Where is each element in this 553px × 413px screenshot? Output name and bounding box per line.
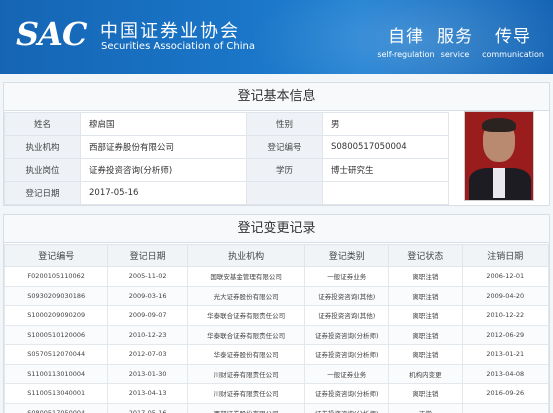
cell-reg-date: 2010-12-23 [107, 324, 188, 345]
info-row: 执业机构 西部证券股份有限公司 登记编号 S0800517050004 [4, 135, 449, 159]
cell-cancel-date: 2013-04-08 [461, 363, 550, 384]
table-row: S1000209090209 2009-09-07 华泰联合证券有限责任公司 证… [3, 305, 550, 326]
position-label: 执业岗位 [4, 158, 81, 182]
slogan-communication: 传导 communication [482, 27, 544, 59]
education-value: 博士研究生 [322, 158, 449, 182]
info-row: 登记日期 2017-05-16 [4, 181, 449, 205]
cell-cancel-date: 2006-12-01 [461, 266, 550, 287]
cell-cancel-date: 2010-12-22 [461, 305, 550, 326]
cell-cancel-date: 2016-09-26 [461, 383, 550, 404]
cell-institution: 华泰联合证券有限责任公司 [186, 305, 306, 326]
change-records-table: 登记编号 登记日期 执业机构 登记类别 登记状态 注销日期 F020010511… [3, 244, 550, 413]
col-category: 登记类别 [304, 244, 390, 267]
empty-value [322, 181, 449, 205]
org-name-en: Securities Association of China [101, 41, 255, 52]
cell-category: 证券投资咨询(其他) [304, 285, 390, 306]
sac-logo[interactable]: SAC [16, 15, 87, 53]
cell-reg-date: 2013-04-13 [107, 383, 188, 404]
table-row: S1100113010004 2013-01-30 川财证券有限责任公司 一般证… [3, 363, 550, 384]
cell-status: 离职注销 [388, 324, 463, 345]
cell-reg-number: S1000510120006 [3, 324, 109, 345]
cell-cancel-date [461, 402, 550, 413]
cell-category: 证券投资咨询(分析师) [304, 383, 390, 404]
cell-institution: 华泰联合证券有限责任公司 [186, 324, 306, 345]
table-row: S0930209030186 2009-03-16 光大证券股份有限公司 证券投… [3, 285, 550, 306]
cell-reg-number: F0200105110062 [3, 266, 109, 287]
reg-number-value: S0800517050004 [322, 135, 449, 159]
gender-label: 性别 [246, 112, 323, 136]
gender-value: 男 [322, 112, 449, 136]
cell-reg-number: S1000209090209 [3, 305, 109, 326]
cell-institution: 西部证券股份有限公司 [186, 402, 306, 413]
change-records-title: 登记变更记录 [4, 215, 549, 243]
table-row: S0570512070044 2012-07-03 华泰证券股份有限公司 证券投… [3, 344, 550, 365]
cell-status: 正常 [388, 402, 463, 413]
reg-number-label: 登记编号 [246, 135, 323, 159]
cell-status: 离职注销 [388, 344, 463, 365]
name-label: 姓名 [4, 112, 81, 136]
header-row: 登记编号 登记日期 执业机构 登记类别 登记状态 注销日期 [3, 244, 550, 267]
cell-institution: 国联安基金管理有限公司 [186, 266, 306, 287]
cell-status: 离职注销 [388, 266, 463, 287]
cell-category: 证券投资咨询(其他) [304, 305, 390, 326]
cell-category: 一般证券业务 [304, 363, 390, 384]
col-reg-number: 登记编号 [3, 244, 109, 267]
cell-institution: 川财证券有限责任公司 [186, 383, 306, 404]
cell-cancel-date: 2009-04-20 [461, 285, 550, 306]
photo-hair [482, 118, 516, 132]
cell-reg-date: 2009-03-16 [107, 285, 188, 306]
table-row: S0800517050004 2017-05-16 西部证券股份有限公司 证券投… [3, 402, 550, 413]
institution-value: 西部证券股份有限公司 [80, 135, 247, 159]
cell-institution: 光大证券股份有限公司 [186, 285, 306, 306]
cell-category: 证券投资咨询(分析师) [304, 402, 390, 413]
slogan-service: 服务 service [437, 27, 473, 59]
col-cancel-date: 注销日期 [461, 244, 550, 267]
profile-photo [464, 111, 534, 201]
cell-reg-number: S0930209030186 [3, 285, 109, 306]
cell-category: 一般证券业务 [304, 266, 390, 287]
basic-info-title: 登记基本信息 [4, 83, 549, 111]
cell-reg-number: S0800517050004 [3, 402, 109, 413]
col-status: 登记状态 [388, 244, 463, 267]
cell-status: 离职注销 [388, 383, 463, 404]
table-row: S1100513040001 2013-04-13 川财证券有限责任公司 证券投… [3, 383, 550, 404]
cell-cancel-date: 2013-01-21 [461, 344, 550, 365]
name-value: 穆启国 [80, 112, 247, 136]
reg-date-label: 登记日期 [4, 181, 81, 205]
reg-date-value: 2017-05-16 [80, 181, 247, 205]
position-value: 证券投资咨询(分析师) [80, 158, 247, 182]
cell-status: 机构内变更 [388, 363, 463, 384]
cell-institution: 华泰证券股份有限公司 [186, 344, 306, 365]
cell-reg-date: 2012-07-03 [107, 344, 188, 365]
cell-category: 证券投资咨询(分析师) [304, 344, 390, 365]
site-header: SAC 中国证券业协会 Securities Association of Ch… [0, 0, 553, 74]
photo-shirt [493, 168, 505, 198]
col-institution: 执业机构 [186, 244, 306, 267]
change-records-panel: 登记变更记录 登记编号 登记日期 执业机构 登记类别 登记状态 注销日期 F02… [3, 214, 550, 413]
education-label: 学历 [246, 158, 323, 182]
cell-reg-date: 2017-05-16 [107, 402, 188, 413]
basic-info-table: 姓名 穆启国 性别 男 执业机构 西部证券股份有限公司 登记编号 S080051… [4, 112, 449, 205]
cell-status: 离职注销 [388, 305, 463, 326]
cell-reg-number: S1100113010004 [3, 363, 109, 384]
info-row: 执业岗位 证券投资咨询(分析师) 学历 博士研究生 [4, 158, 449, 182]
cell-reg-date: 2009-09-07 [107, 305, 188, 326]
cell-reg-number: S1100513040001 [3, 383, 109, 404]
org-name-cn: 中国证券业协会 [100, 21, 240, 42]
cell-cancel-date: 2012-06-29 [461, 324, 550, 345]
cell-reg-number: S0570512070044 [3, 344, 109, 365]
cell-status: 离职注销 [388, 285, 463, 306]
info-row: 姓名 穆启国 性别 男 [4, 112, 449, 136]
cell-category: 证券投资咨询(分析师) [304, 324, 390, 345]
table-row: S1000510120006 2010-12-23 华泰联合证券有限责任公司 证… [3, 324, 550, 345]
institution-label: 执业机构 [4, 135, 81, 159]
table-row: F0200105110062 2005-11-02 国联安基金管理有限公司 一般… [3, 266, 550, 287]
cell-reg-date: 2005-11-02 [107, 266, 188, 287]
cell-reg-date: 2013-01-30 [107, 363, 188, 384]
col-reg-date: 登记日期 [107, 244, 188, 267]
cell-institution: 川财证券有限责任公司 [186, 363, 306, 384]
empty-label [246, 181, 323, 205]
